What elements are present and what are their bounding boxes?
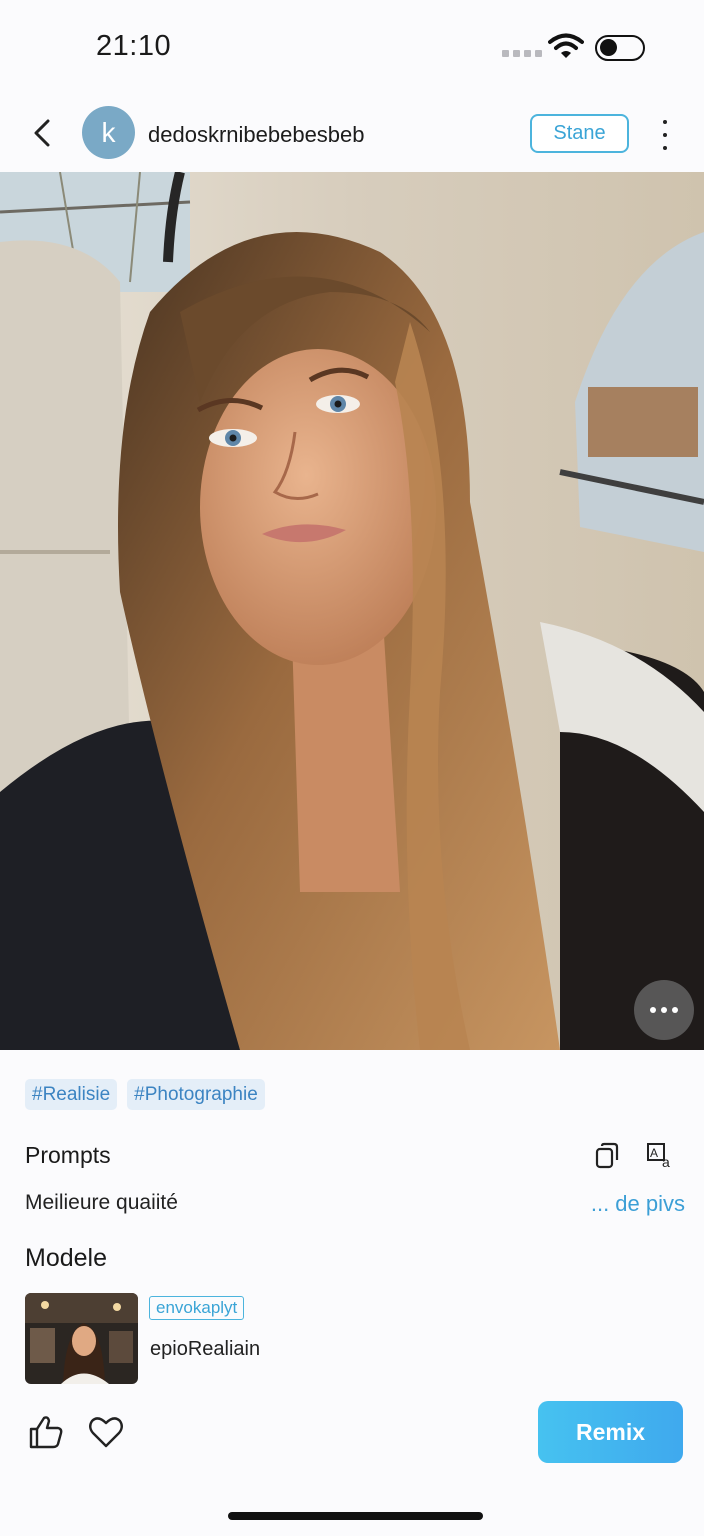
post-image[interactable] bbox=[0, 172, 704, 1050]
back-arrow-icon[interactable] bbox=[30, 118, 56, 148]
image-more-button[interactable] bbox=[634, 980, 694, 1040]
more-options-icon[interactable] bbox=[656, 120, 674, 150]
remix-button[interactable]: Remix bbox=[538, 1401, 683, 1463]
tag-list: #Realisie #Photographie bbox=[25, 1079, 265, 1110]
thumbs-up-icon[interactable] bbox=[28, 1414, 64, 1450]
svg-text:A: A bbox=[650, 1146, 658, 1160]
copy-icon[interactable] bbox=[594, 1142, 620, 1170]
heart-icon[interactable] bbox=[88, 1414, 124, 1450]
model-thumbnail[interactable] bbox=[25, 1293, 138, 1384]
username[interactable]: dedoskrnibebebesbeb bbox=[148, 122, 365, 148]
wifi-icon bbox=[548, 33, 584, 58]
show-more-link[interactable]: ... de pivs bbox=[591, 1191, 685, 1217]
svg-text:a: a bbox=[662, 1154, 670, 1170]
signal-icon bbox=[502, 50, 542, 57]
prompts-heading: Prompts bbox=[25, 1142, 111, 1168]
prompt-text: Meilieure quaiité bbox=[25, 1191, 178, 1214]
model-type-badge: envokaplyt bbox=[149, 1296, 245, 1320]
model-name[interactable]: epioRealiain bbox=[150, 1338, 260, 1361]
tag-chip[interactable]: #Realisie bbox=[25, 1079, 118, 1110]
follow-button[interactable]: Stane bbox=[530, 114, 629, 153]
translate-icon[interactable]: A a bbox=[646, 1142, 680, 1170]
post-header: k dedoskrnibebebesbeb Stane bbox=[0, 96, 704, 172]
model-heading: Modele bbox=[25, 1244, 107, 1272]
tag-chip[interactable]: #Photographie bbox=[127, 1079, 265, 1110]
home-indicator[interactable] bbox=[228, 1512, 483, 1520]
battery-toggle-icon bbox=[595, 35, 645, 61]
status-time: 21:10 bbox=[96, 30, 172, 62]
avatar[interactable]: k bbox=[82, 106, 135, 159]
portrait-photo bbox=[0, 172, 704, 1050]
status-bar: 21:10 bbox=[0, 0, 704, 96]
